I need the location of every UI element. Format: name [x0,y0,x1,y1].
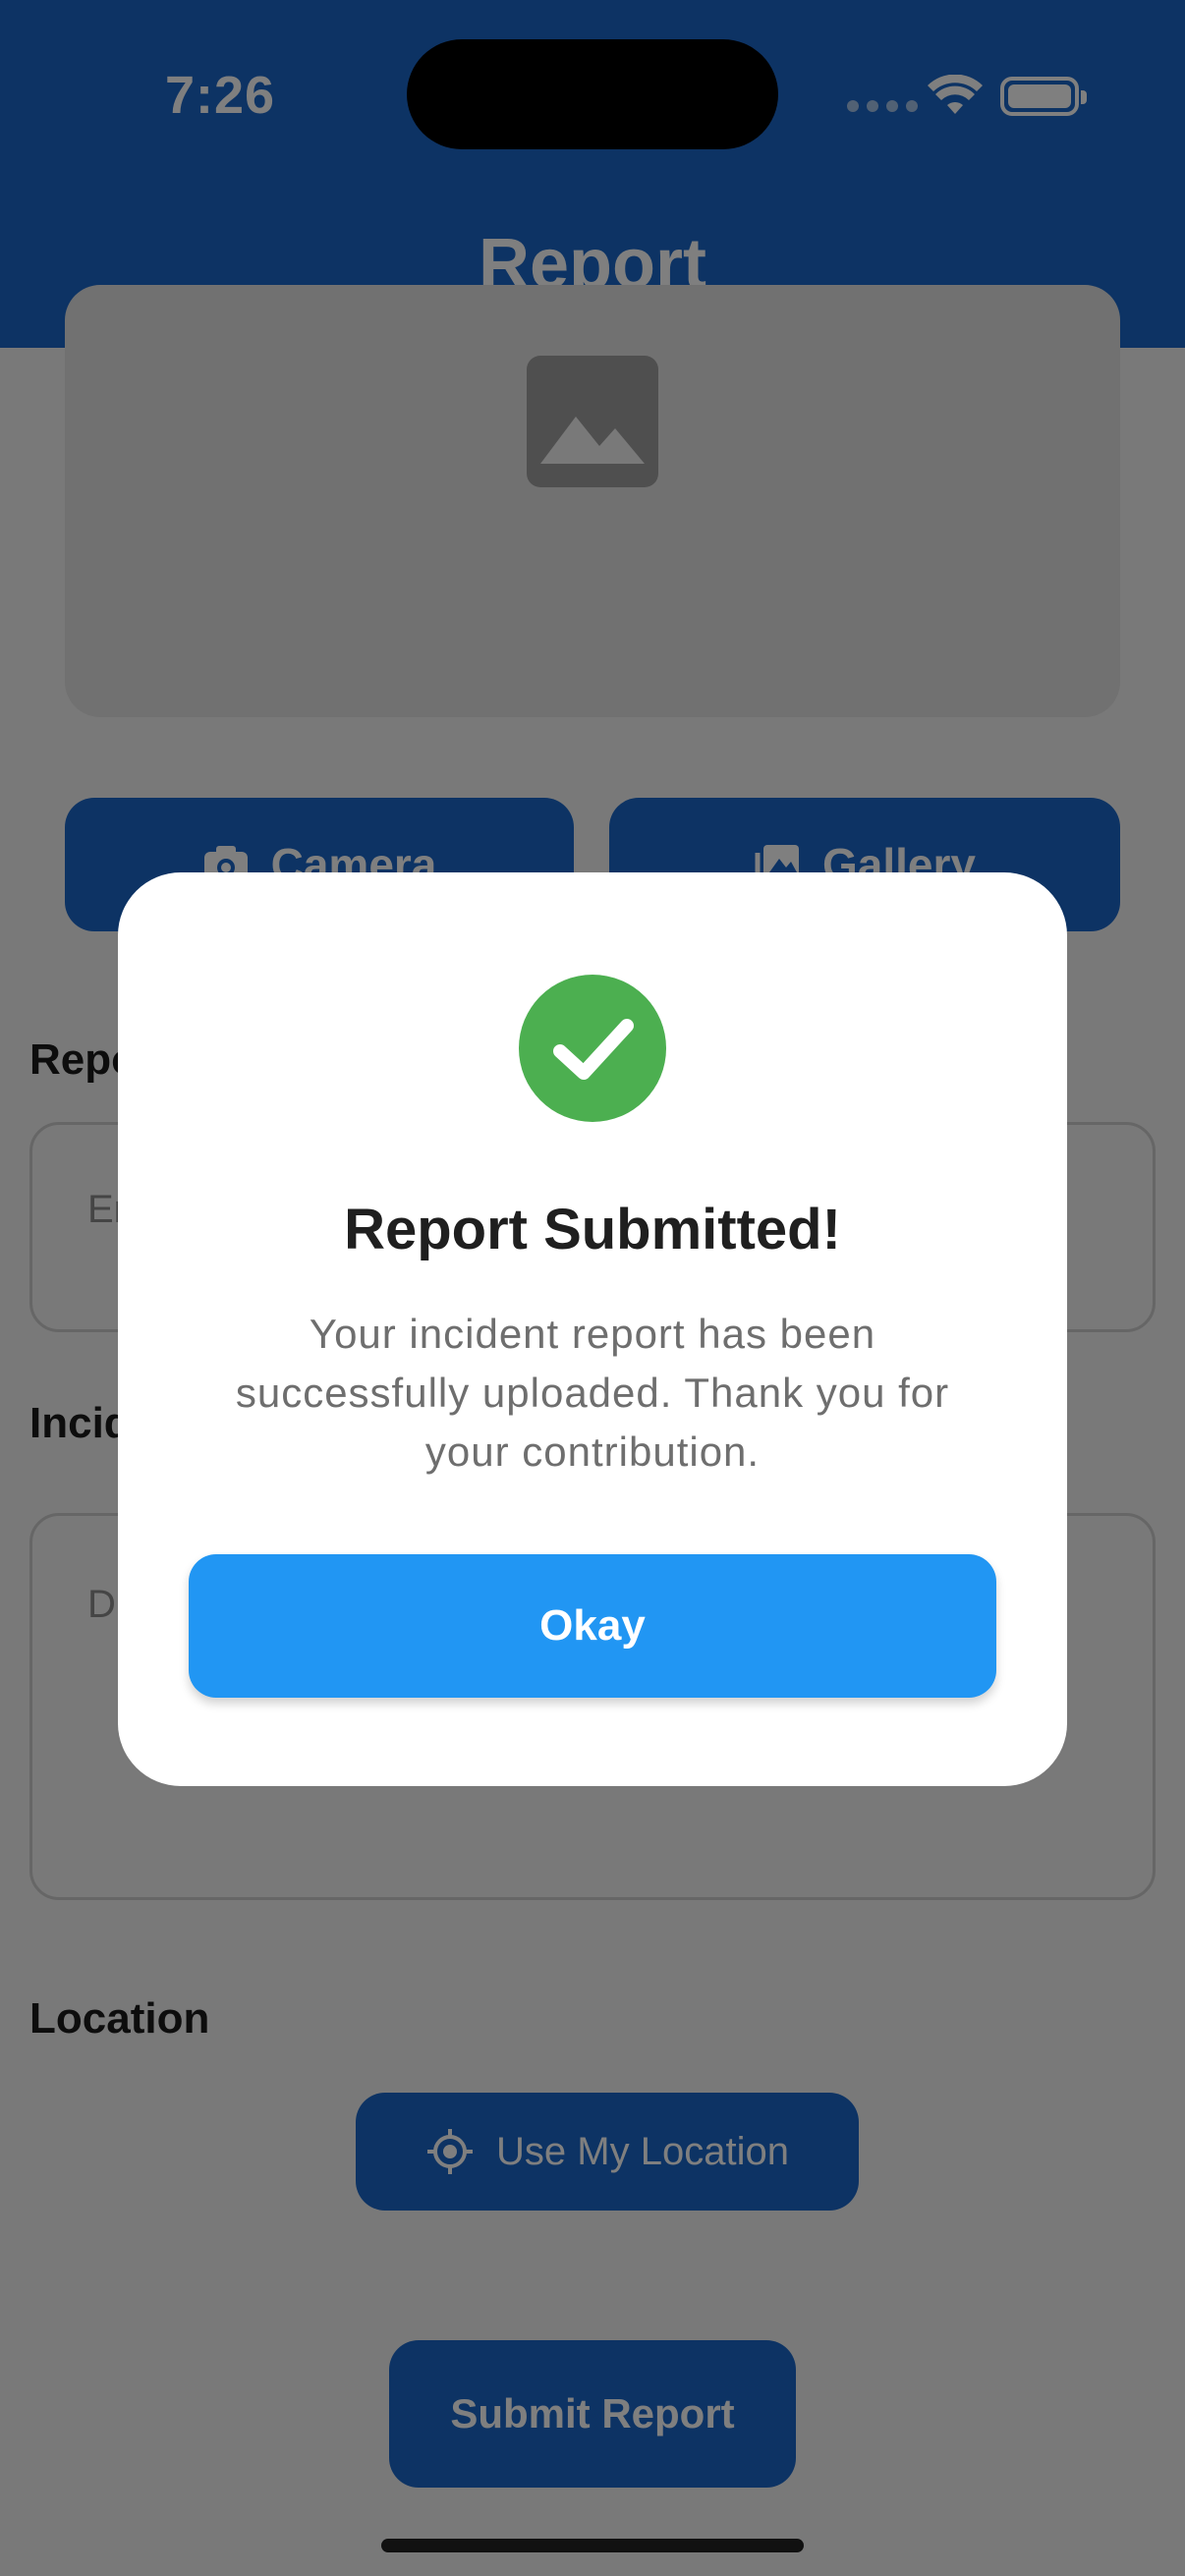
home-indicator[interactable] [381,2539,804,2552]
okay-button-label: Okay [539,1601,646,1650]
okay-button[interactable]: Okay [189,1554,996,1698]
check-icon [519,975,666,1122]
dialog-message: Your incident report has been successful… [235,1311,950,1475]
dialog-title: Report Submitted! [344,1198,841,1261]
success-dialog: Report Submitted! Your incident report h… [118,872,1067,1786]
